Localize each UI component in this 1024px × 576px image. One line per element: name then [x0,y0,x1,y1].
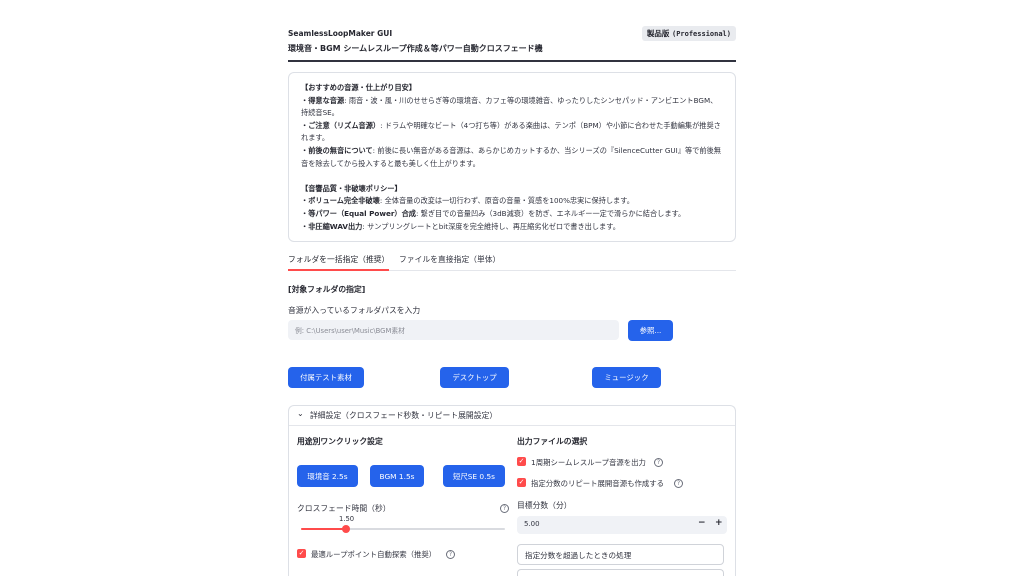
output-loop-label: 1周期シームレスループ音源を出力 [531,458,646,467]
info-line-equal-power: ・等パワー（Equal Power）合成: 繋ぎ目での音量凹み（3dB減衰）を防… [301,208,686,218]
music-folder-button[interactable]: ミュージック [592,367,661,388]
input-mode-tabs: フォルダを一括指定（推奨） ファイルを直接指定（単体） [288,251,736,271]
increment-button[interactable]: + [715,518,723,528]
exceed-handling-label: 指定分数を超過したときの処理 [525,551,632,560]
target-minutes-value: 5.00 [524,520,540,528]
help-icon[interactable]: ? [446,550,455,559]
main-page: SeamlessLoopMaker GUI 環境音・BGM シームレスループ作成… [288,0,736,576]
app-header: SeamlessLoopMaker GUI 環境音・BGM シームレスループ作成… [288,26,736,62]
slider-fill [301,528,346,530]
help-icon[interactable]: ? [500,504,509,513]
info-line-volume: ・ボリューム完全非破壊: 全体音量の改変は一切行わず、原音の音量・質感を100%… [301,196,634,206]
help-icon[interactable]: ? [654,458,663,467]
sample-folder-button[interactable]: 付属テスト素材 [288,367,364,388]
edition-label: 製品版 [646,29,670,38]
info-title-quality: 【音響品質・非破壊ポリシー】 [301,183,402,193]
output-loop-checkbox[interactable]: ✓ [517,457,526,466]
exceed-handling-box[interactable]: 指定分数を超過したときの処理 [517,544,724,565]
target-minutes-input[interactable]: 5.00 − + [517,516,727,534]
tab-folder[interactable]: フォルダを一括指定（推奨） [288,254,390,271]
app-name: SeamlessLoopMaker GUI [288,29,393,38]
folder-path-input[interactable]: 例: C:\Users\user\Music\BGM素材 [288,320,619,340]
edition-badge: 製品版 (Professional) [641,26,736,41]
desktop-folder-button[interactable]: デスクトップ [440,367,509,388]
preset-se-button[interactable]: 短尺SE 0.5s [443,465,505,487]
advanced-settings-header[interactable]: ⌄ 詳細設定（クロスフェード秒数・リピート展開設定） [289,406,735,426]
app-subtitle: 環境音・BGM シームレスループ作成＆等パワー自動クロスフェード機 [288,44,543,53]
auto-search-label: 最適ループポイント自動探索（推奨） [311,550,437,559]
target-minutes-label: 目標分数（分） [517,501,572,510]
preset-env-button[interactable]: 環境音 2.5s [297,465,358,487]
info-line-rhythm: ・ご注意（リズム音源）: ドラムや明確なビート（4つ打ち等）がある楽曲は、テンポ… [301,120,721,143]
decrement-button[interactable]: − [698,518,706,528]
chevron-down-icon: ⌄ [297,409,304,418]
slider-thumb[interactable] [341,525,350,533]
output-title: 出力ファイルの選択 [517,437,588,446]
crossfade-slider[interactable] [301,525,505,533]
edition-tag: (Professional) [671,30,731,38]
exceed-option-box[interactable] [517,569,724,576]
info-title-recommended: 【おすすめの音源・仕上がり目安】 [301,83,417,92]
folder-input-label: 音源が入っているフォルダパスを入力 [288,306,421,315]
help-icon[interactable]: ? [674,479,683,488]
output-repeat-label: 指定分数のリピート展開音源も作成する [531,479,665,488]
info-line-silence: ・前後の無音について: 前後に長い無音がある音源は、あらかじめカットするか、当シ… [301,145,721,168]
tab-file[interactable]: ファイルを直接指定（単体） [399,254,500,271]
info-line-good-sources: ・得意な音源: 雨音・波・風・川のせせらぎ等の環境音、カフェ等の環境雑音、ゆった… [301,95,718,118]
folder-section-title: [対象フォルダの指定] [288,285,366,294]
crossfade-value: 1.50 [339,515,355,523]
advanced-settings-title: 詳細設定（クロスフェード秒数・リピート展開設定） [310,411,498,420]
preset-bgm-button[interactable]: BGM 1.5s [370,465,424,487]
browse-button[interactable]: 参照... [628,320,673,341]
auto-search-checkbox[interactable]: ✓ [297,549,306,558]
info-box: 【おすすめの音源・仕上がり目安】 ・得意な音源: 雨音・波・風・川のせせらぎ等の… [288,72,736,242]
preset-title: 用途別ワンクリック設定 [297,437,383,446]
crossfade-label: クロスフェード時間（秒） [297,504,391,513]
output-repeat-checkbox[interactable]: ✓ [517,478,526,487]
info-line-wav: ・非圧縮WAV出力: サンプリングレートとbit深度を完全維持し、再圧縮劣化ゼロ… [301,221,620,231]
advanced-settings-expander: ⌄ 詳細設定（クロスフェード秒数・リピート展開設定） 用途別ワンクリック設定 環… [288,405,736,576]
